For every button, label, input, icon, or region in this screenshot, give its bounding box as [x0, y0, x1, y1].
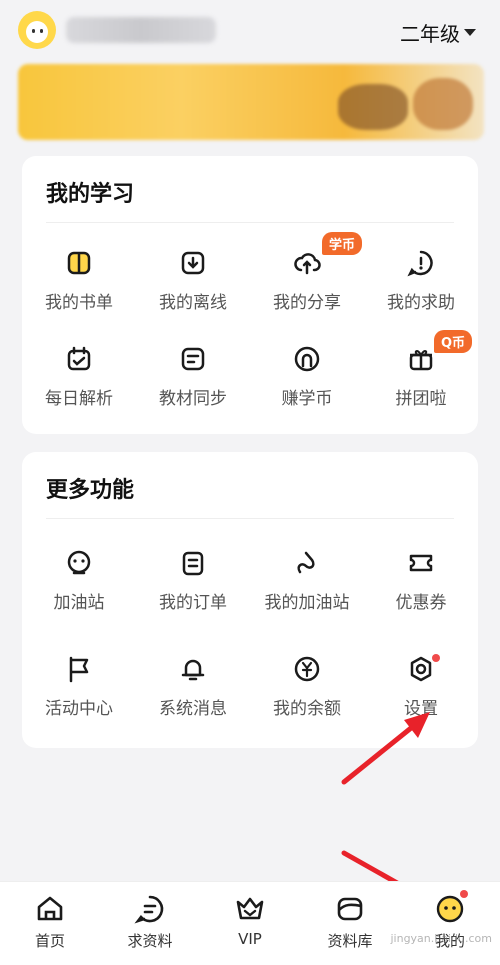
grid-item-label: 我的订单	[159, 593, 227, 613]
grid-item-offline[interactable]: 我的离线	[136, 248, 250, 313]
more-functions-title: 更多功能	[46, 478, 135, 503]
home-icon	[37, 896, 63, 921]
grid-item-label: 我的求助	[387, 293, 455, 313]
grid-item-activity-center[interactable]: 活动中心	[22, 654, 136, 719]
grid-item-label: 我的书单	[45, 293, 113, 313]
tab-label: VIP	[238, 930, 262, 948]
grid-item-group-buy[interactable]: 拼团啦	[364, 344, 478, 409]
mine-notification-dot	[460, 890, 468, 898]
tab-label: 求资料	[127, 932, 173, 950]
grid-item-textbook-sync[interactable]: 教材同步	[136, 344, 250, 409]
tab-request-materials[interactable]: 求资料	[100, 892, 200, 951]
grid-item-label: 优惠券	[395, 593, 447, 613]
folder-icon	[337, 897, 363, 921]
flag-icon	[69, 656, 89, 683]
grid-item-label: 我的加油站	[264, 593, 350, 613]
grid-item-daily-analysis[interactable]: 每日解析	[22, 344, 136, 409]
download-icon	[181, 251, 205, 275]
grid-item-label: 活动中心	[45, 699, 113, 719]
yen-coin-icon	[294, 656, 320, 682]
caret-down-icon	[464, 29, 476, 36]
my-learning-title: 我的学习	[46, 182, 135, 207]
grade-selector[interactable]: 二年级	[400, 18, 476, 47]
cloud-upload-icon	[294, 253, 321, 275]
textbook-icon	[181, 347, 205, 371]
tab-label: 首页	[34, 932, 65, 950]
grid-item-my-gas-station[interactable]: 我的加油站	[250, 548, 364, 613]
grid-item-label: 每日解析	[45, 389, 113, 409]
my-learning-card: 我的学习 我的书单 我的离线 我的分享 学币 我的求助 每日解析 教材同步 赚学…	[22, 156, 478, 434]
grid-item-settings[interactable]: 设置	[364, 654, 478, 719]
book-icon	[67, 251, 91, 275]
coin-arrow-icon	[294, 346, 320, 372]
grid-item-label: 我的余额	[273, 699, 341, 719]
grid-item-coupons[interactable]: 优惠券	[364, 548, 478, 613]
tab-home[interactable]: 首页	[0, 892, 100, 951]
grid-item-my-balance[interactable]: 我的余额	[250, 654, 364, 719]
crown-icon	[236, 897, 264, 920]
tab-label: 资料库	[327, 932, 373, 950]
help-bubble-icon	[407, 250, 433, 277]
coin-badge: 学币	[322, 232, 363, 255]
grid-item-label: 加油站	[53, 593, 105, 613]
grade-label: 二年级	[400, 22, 460, 46]
grid-item-label: 我的分享	[273, 293, 341, 313]
tab-vip[interactable]: VIP	[200, 892, 300, 948]
watermark: jingyan.baidu.com	[390, 932, 492, 945]
grid-item-system-messages[interactable]: 系统消息	[136, 654, 250, 719]
calendar-check-icon	[67, 346, 91, 371]
ticket-icon	[409, 554, 433, 572]
grid-item-share[interactable]: 我的分享	[250, 248, 364, 313]
grid-item-gas-station[interactable]: 加油站	[22, 548, 136, 613]
grid-item-label: 系统消息	[159, 699, 227, 719]
promo-banner[interactable]	[18, 64, 484, 140]
username-blurred	[66, 17, 216, 43]
grid-item-label: 我的离线	[159, 293, 227, 313]
grid-item-label: 赚学币	[281, 389, 333, 409]
bell-icon	[181, 659, 205, 681]
bottom-tab-bar: 首页 求资料 VIP 资料库 我的	[0, 881, 500, 965]
tab-library[interactable]: 资料库	[300, 892, 400, 951]
grid-item-label: 教材同步	[159, 389, 227, 409]
grid-item-book-list[interactable]: 我的书单	[22, 248, 136, 313]
gift-icon	[409, 350, 433, 371]
profile-header: 二年级	[0, 0, 500, 60]
qcoin-badge: Q币	[434, 330, 473, 353]
chat-bubble-icon	[134, 895, 164, 924]
grid-item-my-orders[interactable]: 我的订单	[136, 548, 250, 613]
settings-notification-dot	[432, 654, 440, 662]
grid-item-earn-coins[interactable]: 赚学币	[250, 344, 364, 409]
more-functions-card: 更多功能 加油站 我的订单 我的加油站 优惠券 活动中心 系统消息 我的余额 设…	[22, 452, 478, 748]
gas-station-icon	[67, 550, 91, 575]
grid-item-help[interactable]: 我的求助	[364, 248, 478, 313]
grid-item-label: 设置	[404, 699, 438, 719]
avatar[interactable]	[18, 11, 56, 49]
clipboard-icon	[182, 551, 204, 576]
loop-arrow-icon	[297, 551, 315, 574]
grid-item-label: 拼团啦	[395, 389, 447, 409]
